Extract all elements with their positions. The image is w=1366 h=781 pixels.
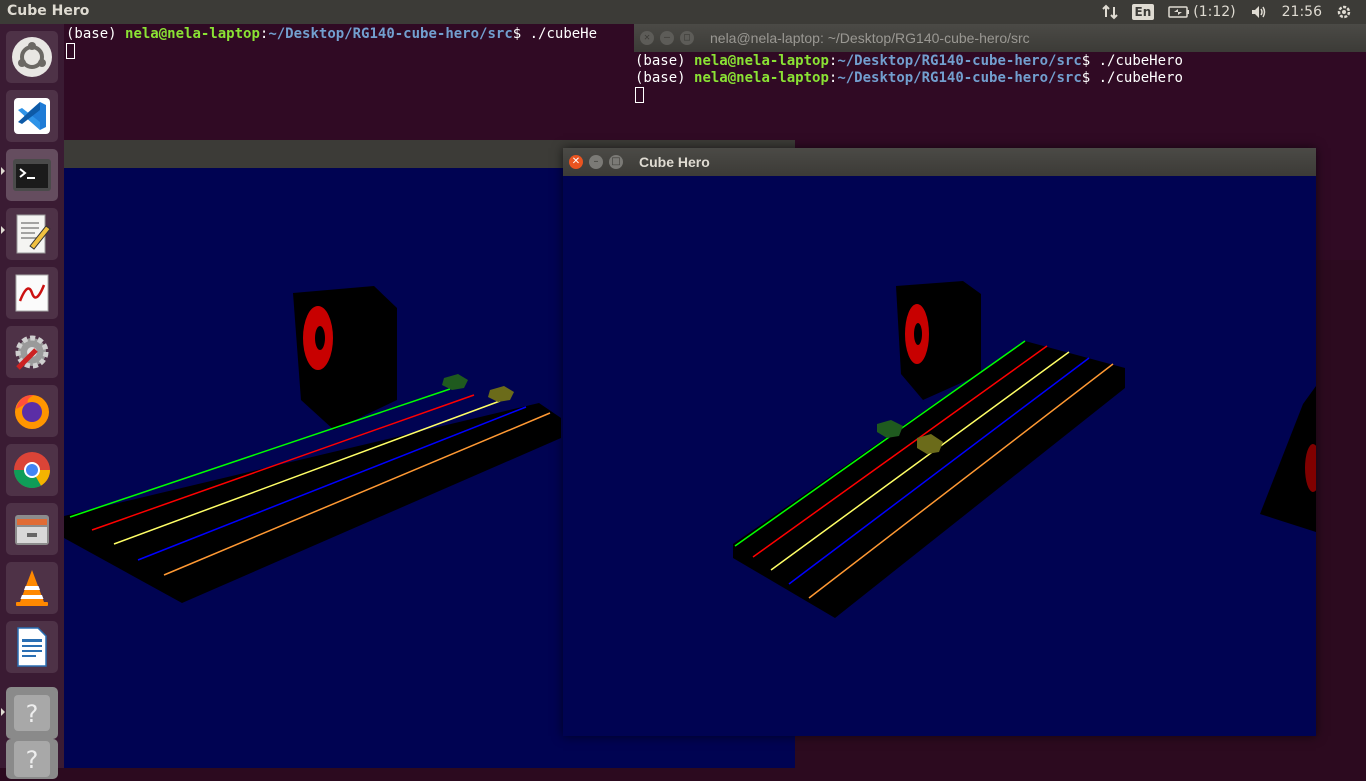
speaker-center	[914, 323, 922, 345]
launcher-system-settings[interactable]	[6, 326, 58, 378]
ubuntu-dash-button[interactable]	[6, 31, 58, 83]
svg-text:?: ?	[26, 700, 39, 728]
prompt-command: ./cubeHero	[1098, 70, 1183, 86]
volume-icon[interactable]	[1250, 4, 1268, 20]
ubuntu-dash-icon	[12, 37, 52, 77]
prompt-dollar: $	[1081, 53, 1099, 69]
note-cube-yellow	[488, 386, 514, 402]
maximize-button[interactable]: □	[609, 155, 623, 169]
prompt-prefix: (base)	[66, 26, 126, 42]
launcher-pdf-viewer[interactable]	[6, 267, 58, 319]
prompt-user-host: nela@nela-laptop	[694, 53, 829, 69]
terminal-line: (base) nela@nela-laptop:~/Desktop/RG140-…	[635, 70, 1183, 87]
maximize-button[interactable]: □	[680, 31, 694, 45]
text-editor-icon	[16, 214, 51, 254]
terminal-window-1[interactable]: (base) nela@nela-laptop:~/Desktop/RG140-…	[64, 24, 634, 140]
game-window[interactable]: ✕ – □ Cube Hero	[563, 148, 1316, 736]
prompt-path: ~/Desktop/RG140-cube-hero/src	[268, 26, 513, 42]
prompt-dollar: $	[512, 26, 530, 42]
unknown-app-icon: ?	[14, 695, 50, 731]
prompt-user-host: nela@nela-laptop	[125, 26, 260, 42]
pdf-viewer-icon	[15, 274, 49, 312]
prompt-command: ./cubeHe	[529, 26, 598, 42]
terminal-title: nela@nela-laptop: ~/Desktop/RG140-cube-h…	[710, 29, 1030, 46]
running-indicator	[1, 167, 5, 175]
running-indicator	[1, 226, 5, 234]
launcher-text-editor[interactable]	[6, 208, 58, 260]
prompt-command: ./cubeHero	[1098, 53, 1183, 69]
system-tray: En (1:12) 21:56	[1101, 0, 1366, 24]
terminal-line: (base) nela@nela-laptop:~/Desktop/RG140-…	[66, 26, 634, 43]
network-icon[interactable]	[1101, 4, 1118, 20]
close-button[interactable]: ✕	[569, 155, 583, 169]
launcher-chrome[interactable]	[6, 444, 58, 496]
unknown-app-icon: ?	[14, 741, 50, 777]
prompt-dollar: $	[1081, 70, 1099, 86]
file-manager-icon	[15, 515, 49, 545]
fretboard	[64, 403, 561, 603]
game-scene	[733, 281, 1316, 618]
battery-indicator[interactable]: (1:12)	[1168, 4, 1236, 20]
minimize-button[interactable]: –	[589, 155, 603, 169]
system-settings-icon	[15, 335, 49, 370]
battery-icon	[1168, 6, 1190, 18]
launcher-unknown-app-2[interactable]: ?	[6, 739, 58, 779]
battery-time: (1:12)	[1193, 4, 1236, 20]
libreoffice-writer-icon	[17, 627, 47, 667]
minimize-button[interactable]: –	[660, 31, 674, 45]
launcher: ? ?	[0, 24, 64, 779]
terminal-cursor	[66, 43, 75, 59]
speaker-center	[315, 326, 325, 350]
running-indicator	[1, 708, 5, 716]
game-canvas[interactable]	[563, 176, 1316, 736]
chrome-icon	[13, 452, 51, 489]
close-button[interactable]: ✕	[640, 31, 654, 45]
prompt-prefix: (base)	[635, 53, 695, 69]
vscode-icon	[14, 98, 50, 134]
prompt-user-host: nela@nela-laptop	[694, 70, 829, 86]
terminal-cursor	[635, 87, 644, 103]
game-titlebar[interactable]: ✕ – □ Cube Hero	[563, 148, 1316, 176]
terminal-line: (base) nela@nela-laptop:~/Desktop/RG140-…	[635, 53, 1183, 70]
active-app-title: Cube Hero	[7, 3, 90, 19]
launcher-firefox[interactable]	[6, 385, 58, 437]
launcher-libreoffice-writer[interactable]	[6, 621, 58, 673]
svg-text:?: ?	[26, 746, 39, 774]
prompt-prefix: (base)	[635, 70, 695, 86]
launcher-vlc[interactable]	[6, 562, 58, 614]
keyboard-layout-indicator[interactable]: En	[1131, 4, 1155, 20]
game-title: Cube Hero	[639, 154, 710, 170]
gear-icon[interactable]	[1336, 4, 1352, 20]
launcher-vscode[interactable]	[6, 90, 58, 142]
prompt-path: ~/Desktop/RG140-cube-hero/src	[837, 70, 1082, 86]
clock[interactable]: 21:56	[1282, 4, 1322, 20]
launcher-file-manager[interactable]	[6, 503, 58, 555]
top-panel: Cube Hero En (1:12) 21:56	[0, 0, 1366, 24]
vlc-icon	[16, 570, 48, 606]
keyboard-layout-label: En	[1131, 4, 1155, 20]
terminal-icon	[13, 159, 51, 191]
terminal-titlebar[interactable]: ✕ – □ nela@nela-laptop: ~/Desktop/RG140-…	[634, 24, 1366, 52]
firefox-icon	[15, 394, 49, 429]
launcher-unknown-app[interactable]: ?	[6, 687, 58, 739]
note-cube-green	[877, 420, 903, 438]
launcher-terminal[interactable]	[6, 149, 58, 201]
prompt-path: ~/Desktop/RG140-cube-hero/src	[837, 53, 1082, 69]
note-cube-green	[442, 374, 468, 390]
